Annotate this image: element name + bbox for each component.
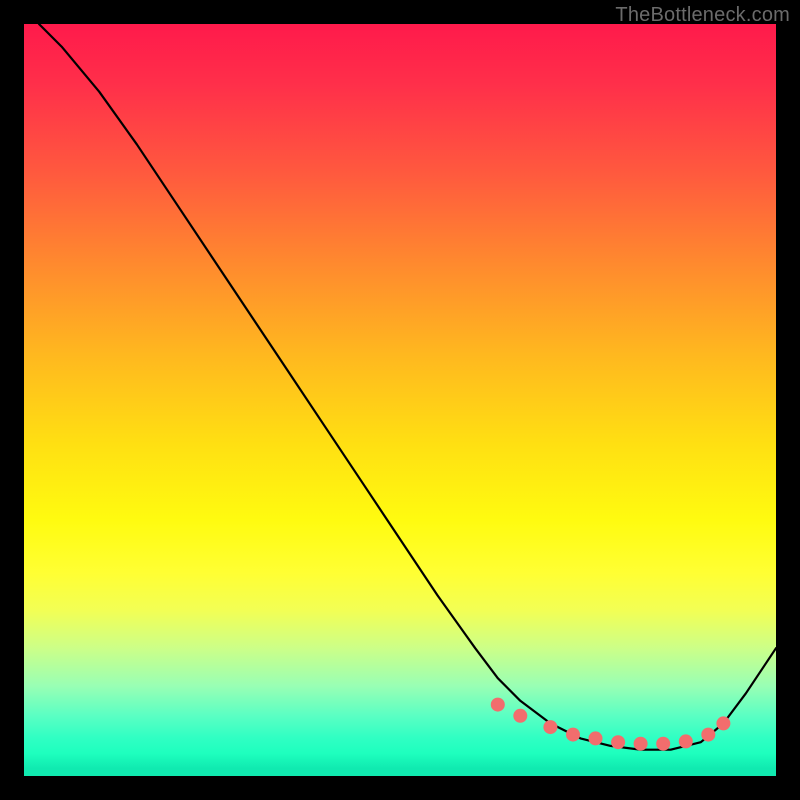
- watermark-label: TheBottleneck.com: [615, 4, 790, 27]
- marker-dot: [679, 734, 693, 748]
- marker-dot: [716, 716, 730, 730]
- marker-dot: [566, 728, 580, 742]
- marker-dot: [491, 698, 505, 712]
- marker-dot: [513, 709, 527, 723]
- marker-dot: [656, 737, 670, 751]
- chart-frame: TheBottleneck.com: [0, 0, 800, 800]
- curve-line: [39, 24, 776, 750]
- plot-area: [24, 24, 776, 776]
- marker-dot: [701, 728, 715, 742]
- marker-dot: [589, 731, 603, 745]
- marker-dot: [634, 737, 648, 751]
- marker-dot: [611, 735, 625, 749]
- marker-dot: [543, 720, 557, 734]
- chart-svg: [24, 24, 776, 776]
